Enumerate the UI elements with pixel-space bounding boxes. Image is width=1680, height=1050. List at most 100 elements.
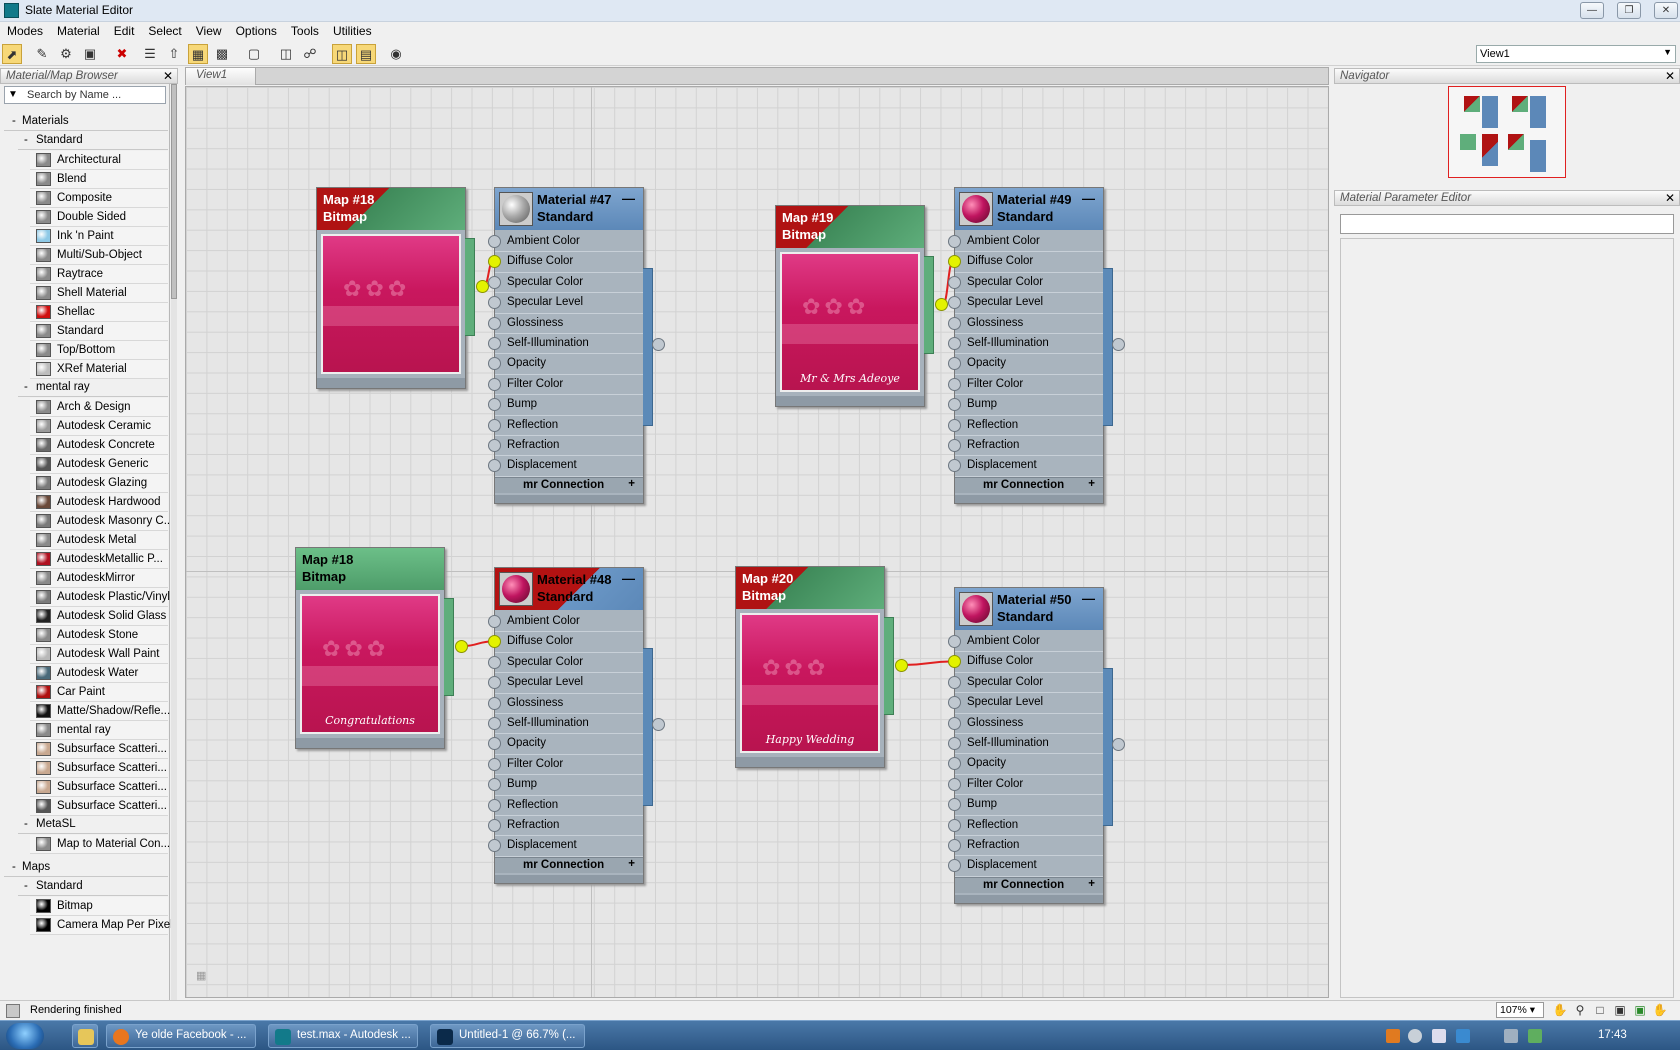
browser-group[interactable]: - mental ray [18, 379, 168, 397]
bitmap-map-node[interactable]: Map #18 Bitmap ✿✿✿ Congratulations [295, 547, 468, 749]
collapse-icon[interactable]: - [24, 880, 28, 892]
input-socket[interactable] [488, 459, 501, 473]
material-slot[interactable]: Displacement [488, 456, 643, 477]
material-id-icon[interactable]: ▢ [244, 44, 264, 64]
material-slot[interactable]: Opacity [488, 734, 643, 755]
mr-connection-rollout[interactable]: mr Connection + [955, 477, 1103, 493]
input-socket[interactable] [488, 696, 501, 710]
input-socket[interactable] [948, 859, 961, 873]
input-socket[interactable] [948, 696, 961, 710]
material-slot[interactable]: Ambient Color [488, 232, 643, 253]
input-socket[interactable] [948, 336, 961, 350]
browser-category[interactable]: - Maps [4, 859, 168, 877]
browser-item[interactable]: Camera Map Per Pixel [30, 916, 173, 935]
material-slot[interactable]: Bump [488, 395, 643, 416]
collapse-icon[interactable]: - [24, 818, 28, 830]
browser-item[interactable]: Shell Material [30, 284, 168, 303]
input-socket[interactable] [948, 316, 961, 330]
input-socket[interactable] [488, 757, 501, 771]
material-slot[interactable]: Glossiness [948, 714, 1103, 734]
pan-hand-icon[interactable]: ✋ [1552, 1002, 1568, 1018]
material-node-header[interactable]: Material #49 Standard — [955, 188, 1103, 230]
tray-network-icon[interactable] [1408, 1029, 1422, 1043]
input-socket[interactable] [948, 275, 961, 289]
material-slot[interactable]: Filter Color [948, 775, 1103, 796]
input-socket[interactable] [948, 418, 961, 432]
material-slot[interactable]: Glossiness [488, 314, 643, 334]
mr-connection-rollout[interactable]: mr Connection + [495, 477, 643, 493]
browser-item[interactable]: Ink 'n Paint [30, 227, 168, 246]
map-node-header[interactable]: Map #20 Bitmap [736, 567, 884, 609]
layout-children-icon[interactable]: ☍ [300, 44, 320, 64]
material-slot[interactable]: Refraction [948, 436, 1103, 457]
input-socket[interactable] [948, 716, 961, 730]
browser-item[interactable]: Raytrace [30, 265, 168, 284]
input-socket[interactable] [488, 635, 501, 649]
browser-group[interactable]: - Standard [18, 132, 168, 150]
material-slot[interactable]: Specular Color [948, 673, 1103, 694]
expand-icon[interactable]: + [628, 858, 635, 870]
map-node-header[interactable]: Map #19 Bitmap [776, 206, 924, 248]
input-socket[interactable] [948, 838, 961, 852]
browser-group[interactable]: - Standard [18, 878, 168, 896]
browser-scrollbar[interactable] [171, 84, 177, 1000]
material-slot[interactable]: Reflection [488, 796, 643, 816]
bitmap-map-node[interactable]: Map #19 Bitmap ✿✿✿ Mr & Mrs Adeoye [775, 205, 948, 407]
close-button[interactable]: ✕ [1654, 2, 1678, 19]
tray-display-icon[interactable] [1504, 1029, 1518, 1043]
material-slot[interactable]: Reflection [948, 416, 1103, 436]
material-slot[interactable]: Specular Level [948, 693, 1103, 714]
map-node-header[interactable]: Map #18 Bitmap [296, 548, 444, 590]
expand-icon[interactable]: + [628, 478, 635, 490]
browser-item[interactable]: Autodesk Concrete [30, 436, 168, 455]
menu-modes[interactable]: Modes [0, 22, 50, 40]
select-by-material-icon[interactable]: ◉ [386, 44, 406, 64]
input-socket[interactable] [488, 655, 501, 669]
input-socket[interactable] [948, 357, 961, 371]
material-node-header[interactable]: Material #48 Standard — [495, 568, 643, 610]
browser-item[interactable]: XRef Material [30, 360, 168, 379]
material-node-header[interactable]: Material #50 Standard — [955, 588, 1103, 630]
material-map-browser-toggle-icon[interactable]: ◫ [332, 44, 352, 64]
input-socket[interactable] [488, 377, 501, 391]
move-children-icon[interactable]: ☰ [140, 44, 160, 64]
input-socket[interactable] [488, 255, 501, 269]
tray-skype-icon[interactable] [1456, 1029, 1470, 1043]
close-icon[interactable]: ✕ [1665, 191, 1675, 205]
hide-unused-slots-icon[interactable]: ⇧ [164, 44, 184, 64]
tray-battery-icon[interactable] [1528, 1029, 1542, 1043]
menu-view[interactable]: View [189, 22, 229, 40]
browser-item[interactable]: Composite [30, 189, 168, 208]
input-socket[interactable] [488, 737, 501, 751]
standard-material-node[interactable]: Material #47 Standard — Ambient Color Diffus… [488, 187, 665, 504]
material-slot[interactable]: Glossiness [948, 314, 1103, 334]
scrollbar-thumb[interactable] [171, 84, 177, 299]
taskbar-3dsmax[interactable]: test.max - Autodesk ... [268, 1024, 418, 1048]
pan-to-selected-icon[interactable]: ✋ [1652, 1002, 1668, 1018]
collapse-node-icon[interactable]: — [1082, 590, 1095, 607]
taskbar-photoshop[interactable]: Untitled-1 @ 66.7% (... [430, 1024, 585, 1048]
connection-wire[interactable] [902, 660, 954, 666]
browser-item[interactable]: Autodesk Hardwood [30, 493, 168, 512]
input-socket[interactable] [488, 839, 501, 853]
material-slot[interactable]: Self-Illumination [948, 334, 1103, 355]
collapse-icon[interactable]: - [24, 134, 28, 146]
collapse-icon[interactable]: - [24, 381, 28, 393]
material-slot[interactable]: Opacity [948, 354, 1103, 375]
browser-item[interactable]: Autodesk Generic [30, 455, 168, 474]
bitmap-map-node[interactable]: Map #20 Bitmap ✿✿✿ Happy Wedding [735, 566, 908, 768]
material-slot[interactable]: Self-Illumination [488, 334, 643, 355]
mr-connection-rollout[interactable]: mr Connection + [955, 877, 1103, 893]
input-socket[interactable] [948, 675, 961, 689]
zoom-icon[interactable]: ⚲ [1572, 1002, 1588, 1018]
input-socket[interactable] [948, 296, 961, 310]
material-slot[interactable]: Bump [488, 775, 643, 796]
browser-item[interactable]: mental ray [30, 721, 168, 740]
input-socket[interactable] [488, 296, 501, 310]
output-socket[interactable] [652, 338, 665, 351]
zoom-select[interactable]: 107% ▾ [1496, 1002, 1544, 1018]
input-socket[interactable] [948, 235, 961, 248]
browser-item[interactable]: Autodesk Stone [30, 626, 168, 645]
input-socket[interactable] [488, 275, 501, 289]
zoom-region-icon[interactable]: □ [1592, 1002, 1608, 1018]
